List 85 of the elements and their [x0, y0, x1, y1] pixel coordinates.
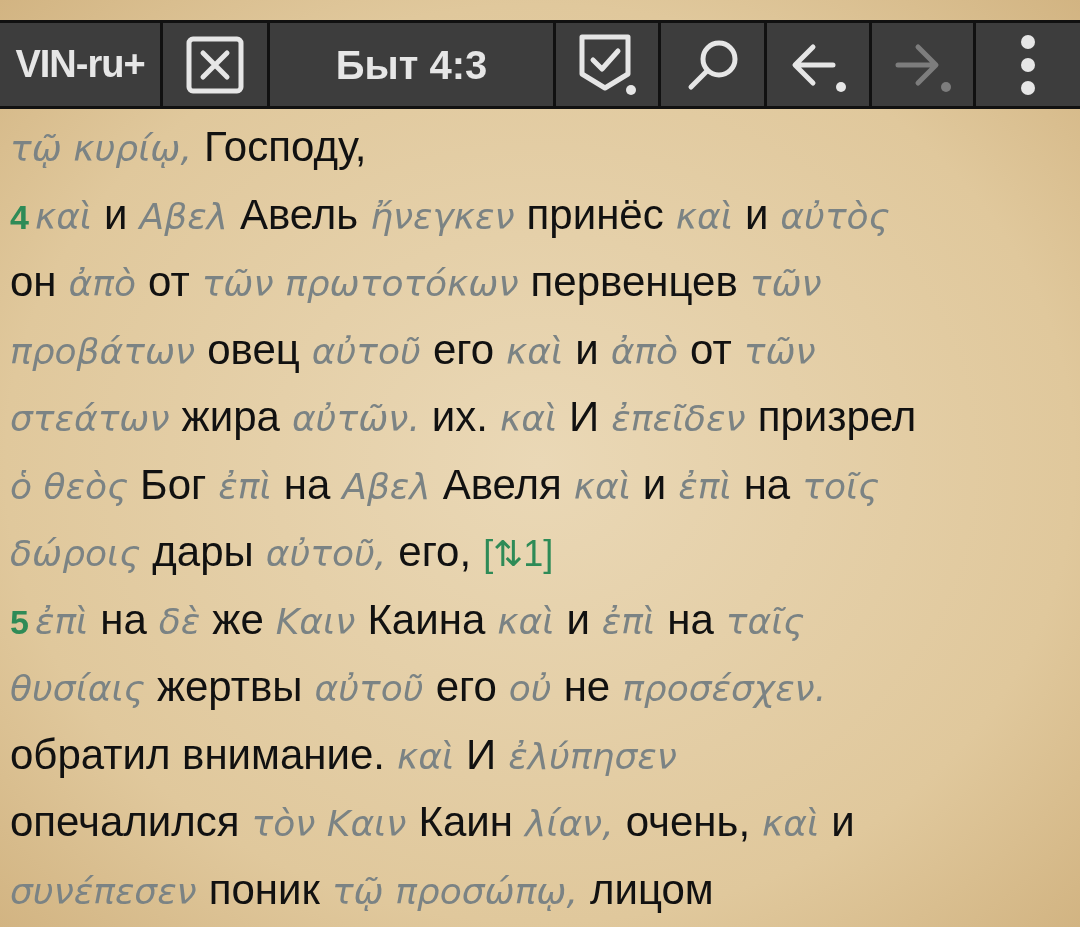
greek-word: θυσίαις	[10, 667, 145, 711]
russian-word: дары	[152, 527, 254, 577]
verse-number: 4	[10, 196, 29, 238]
russian-word: их.	[431, 392, 488, 442]
russian-word: первенцев	[530, 257, 738, 307]
greek-word: καὶ	[396, 734, 455, 779]
greek-word: ἐπεῖδεν	[611, 397, 746, 441]
russian-word: поник	[208, 864, 320, 915]
russian-word: жертвы	[156, 662, 303, 712]
greek-word: τῶν	[743, 329, 816, 374]
greek-word: αὐτοῦ	[311, 329, 421, 374]
greek-word: συνέπεσεν	[10, 869, 197, 914]
russian-word: на	[100, 594, 147, 645]
greek-word: τῷ κυρίῳ,	[10, 127, 192, 171]
russian-word: он	[10, 257, 57, 307]
greek-word: αὐτοῦ	[314, 667, 424, 711]
greek-word: καὶ	[499, 397, 558, 441]
russian-word: и	[575, 324, 599, 375]
russian-word: и	[566, 594, 590, 645]
greek-word: οὐ	[508, 667, 552, 711]
russian-word: его,	[398, 527, 472, 577]
greek-word: τοῖς	[802, 464, 880, 509]
russian-word: его	[432, 324, 495, 375]
greek-word: αὐτῶν.	[291, 397, 420, 441]
russian-word: Каина	[367, 594, 486, 645]
greek-word: λίαν,	[524, 802, 614, 846]
greek-word: Αβελ	[342, 464, 431, 509]
russian-word: его	[435, 662, 497, 712]
greek-word: δώροις	[10, 532, 141, 576]
greek-word: Καιν	[275, 599, 356, 644]
greek-word: δὲ	[158, 599, 201, 644]
russian-word: на	[743, 459, 791, 510]
russian-word: обратил внимание.	[10, 729, 385, 780]
greek-word: τὸν Καιν	[251, 802, 407, 846]
greek-word: τῶν	[749, 262, 822, 306]
greek-word: καὶ	[497, 599, 555, 644]
greek-word: ἐπὶ	[218, 464, 272, 509]
greek-word: Αβελ	[139, 194, 228, 239]
verse-number: 5	[10, 601, 29, 643]
greek-word: καὶ	[34, 194, 93, 239]
greek-word: προσέσχεν.	[622, 667, 827, 711]
russian-word: Бог	[140, 459, 207, 510]
russian-word: и	[104, 189, 128, 240]
russian-word: и	[831, 797, 855, 847]
russian-word: на	[667, 594, 714, 645]
greek-word: ἐπὶ	[34, 599, 89, 644]
greek-word: ταῖς	[725, 599, 805, 644]
russian-word: Господу,	[203, 122, 367, 172]
russian-word: овец	[207, 324, 300, 375]
russian-word: на	[283, 459, 331, 510]
russian-word: от	[148, 257, 190, 307]
close-icon	[185, 34, 245, 95]
greek-word: ἀπὸ	[610, 329, 679, 374]
greek-word: ἐλύπησεν	[508, 734, 677, 779]
greek-word: καὶ	[675, 194, 733, 239]
greek-word: στεάτων	[10, 397, 170, 441]
russian-word: Авеля	[442, 459, 562, 510]
greek-word: ἤνεγκεν	[370, 194, 515, 239]
greek-word: αὐτοῦ,	[265, 532, 387, 576]
greek-word: ἀπὸ	[68, 262, 136, 306]
greek-word: τῶν πρωτοτόκων	[201, 262, 519, 306]
russian-word: И	[569, 392, 600, 442]
greek-word: τῷ προσώπῳ,	[331, 869, 578, 914]
russian-word: Каин	[418, 797, 513, 847]
russian-word: опечалился	[10, 797, 240, 847]
greek-word: ἐπὶ	[678, 464, 732, 509]
russian-word: лицом	[589, 864, 714, 915]
greek-word: καὶ	[762, 802, 820, 846]
greek-word: ἐπὶ	[601, 599, 656, 644]
russian-word: призрел	[757, 392, 917, 442]
russian-word: жира	[181, 392, 280, 442]
russian-word: И	[466, 729, 497, 780]
greek-word: αὐτὸς	[780, 194, 890, 239]
russian-word: и	[642, 459, 667, 510]
greek-word: προβάτων	[10, 329, 196, 374]
russian-word: же	[212, 594, 264, 645]
russian-word: принёс	[526, 189, 664, 240]
russian-word: от	[690, 324, 732, 375]
russian-word: очень,	[625, 797, 751, 847]
russian-word: и	[744, 189, 769, 240]
russian-word: Авель	[239, 189, 359, 240]
greek-word: ὁ θεὸς	[10, 464, 129, 509]
russian-word: не	[563, 662, 611, 712]
greek-word: καὶ	[506, 329, 564, 374]
greek-word: καὶ	[573, 464, 631, 509]
